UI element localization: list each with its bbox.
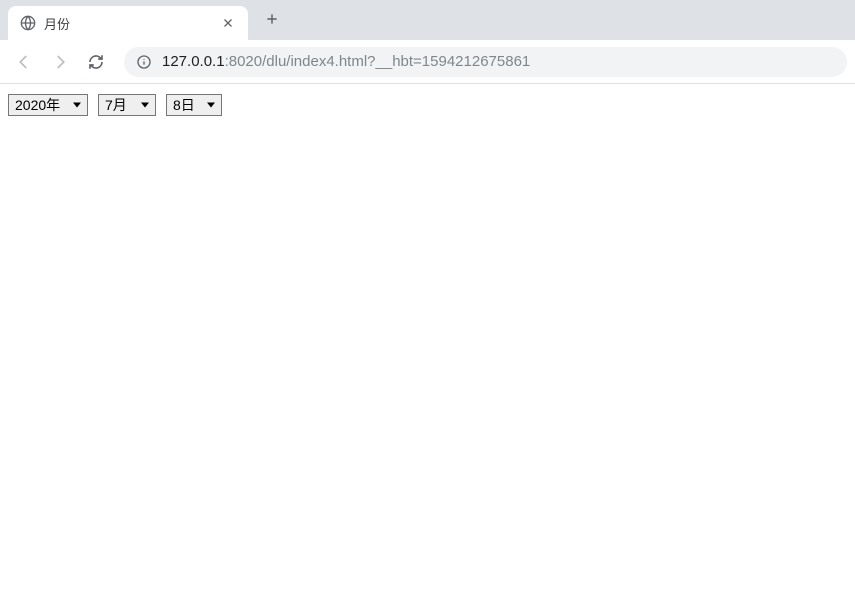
- url-port: :8020: [225, 53, 263, 70]
- new-tab-button[interactable]: [258, 5, 286, 33]
- page-content: 2020年 7月 8日: [0, 84, 855, 126]
- day-select[interactable]: 8日: [166, 94, 222, 116]
- forward-button[interactable]: [44, 46, 76, 78]
- browser-toolbar: 127.0.0.1:8020/dlu/index4.html?__hbt=159…: [0, 40, 855, 84]
- browser-tab[interactable]: 月份: [8, 6, 248, 40]
- tab-strip: 月份: [0, 0, 855, 40]
- reload-button[interactable]: [80, 46, 112, 78]
- address-bar[interactable]: 127.0.0.1:8020/dlu/index4.html?__hbt=159…: [124, 47, 847, 77]
- date-picker-row: 2020年 7月 8日: [8, 94, 847, 116]
- year-select-value: 2020年: [15, 95, 60, 115]
- chevron-down-icon: [141, 103, 149, 108]
- chevron-down-icon: [73, 103, 81, 108]
- back-button[interactable]: [8, 46, 40, 78]
- year-select[interactable]: 2020年: [8, 94, 88, 116]
- browser-chrome: 月份: [0, 0, 855, 84]
- tab-title: 月份: [44, 14, 212, 33]
- url-host: 127.0.0.1: [162, 53, 225, 70]
- chevron-down-icon: [207, 103, 215, 108]
- url-text: 127.0.0.1:8020/dlu/index4.html?__hbt=159…: [162, 53, 530, 70]
- site-info-icon[interactable]: [136, 54, 152, 70]
- url-path: /dlu/index4.html?__hbt=1594212675861: [262, 53, 530, 70]
- month-select-value: 7月: [105, 95, 127, 115]
- day-select-value: 8日: [173, 95, 195, 115]
- month-select[interactable]: 7月: [98, 94, 156, 116]
- globe-icon: [20, 15, 36, 31]
- tab-close-button[interactable]: [220, 15, 236, 31]
